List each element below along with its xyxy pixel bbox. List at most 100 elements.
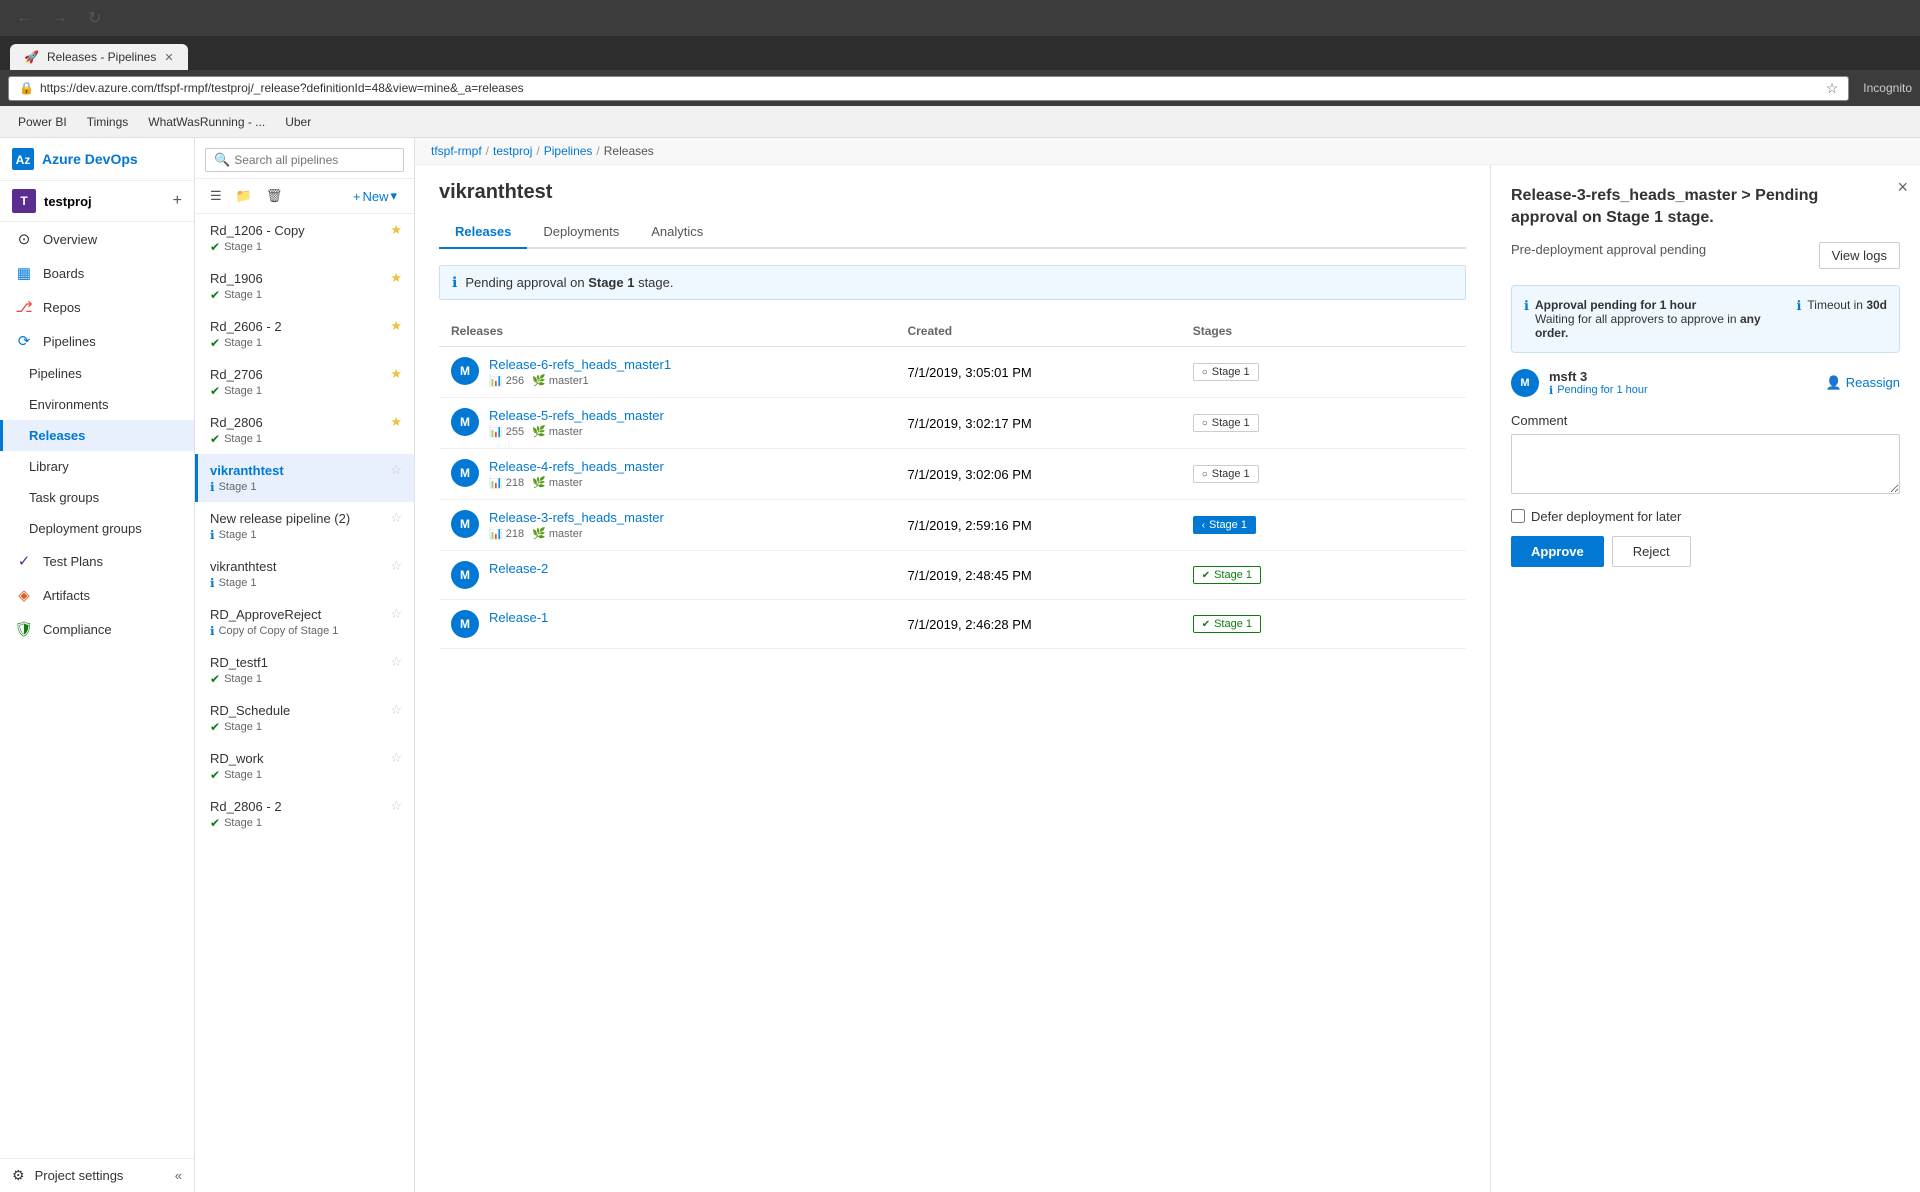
browser-tab[interactable]: 🚀 Releases - Pipelines ✕ <box>10 44 188 70</box>
new-pipeline-btn[interactable]: + New ▾ <box>346 185 404 207</box>
release-name-link[interactable]: Release-4-refs_heads_master <box>489 459 664 474</box>
list-item[interactable]: Rd_1206 - Copy ★ ✔ Stage 1 <box>195 214 414 262</box>
sidebar-item-overview[interactable]: ⊙ Overview <box>0 222 194 256</box>
tab-releases[interactable]: Releases <box>439 216 527 249</box>
release-name-link[interactable]: Release-2 <box>489 561 548 576</box>
list-item[interactable]: RD_testf1 ☆ ✔ Stage 1 <box>195 646 414 694</box>
search-icon: 🔍 <box>214 152 230 168</box>
star-icon[interactable]: ★ <box>390 414 402 430</box>
approval-pending-text: Approval pending for 1 hour <box>1535 298 1788 312</box>
breadcrumb-pipelines[interactable]: Pipelines <box>544 144 593 158</box>
sidebar-item-test-plans[interactable]: ✓ Test Plans <box>0 544 194 578</box>
star-icon[interactable]: ★ <box>390 318 402 334</box>
comment-textarea[interactable] <box>1511 434 1900 494</box>
list-item[interactable]: Rd_2606 - 2 ★ ✔ Stage 1 <box>195 310 414 358</box>
table-row: M Release-3-refs_heads_master 📊 218 🌿 ma… <box>439 500 1466 551</box>
sidebar-settings-item[interactable]: ⚙ Project settings « <box>0 1159 194 1192</box>
collapse-icon[interactable]: « <box>175 1168 182 1183</box>
nav-forward-btn[interactable]: → <box>46 7 74 29</box>
star-empty-icon[interactable]: ☆ <box>390 654 402 670</box>
sidebar-item-artifacts[interactable]: ◈ Artifacts <box>0 578 194 612</box>
tab-analytics[interactable]: Analytics <box>635 216 719 249</box>
star-empty-icon[interactable]: ☆ <box>390 702 402 718</box>
star-empty-icon[interactable]: ☆ <box>390 462 402 478</box>
release-name-link[interactable]: Release-1 <box>489 610 548 625</box>
folder-view-btn[interactable]: 📁 <box>231 185 257 207</box>
stage-badge[interactable]: ✔ Stage 1 <box>1193 615 1261 633</box>
star-icon[interactable]: ★ <box>390 270 402 286</box>
sidebar-project[interactable]: T testproj + <box>0 181 194 222</box>
stage-badge-icon: ○ <box>1202 418 1208 429</box>
list-item[interactable]: Rd_2806 - 2 ☆ ✔ Stage 1 <box>195 790 414 838</box>
tab-deployments[interactable]: Deployments <box>527 216 635 249</box>
breadcrumb-testproj[interactable]: testproj <box>493 144 532 158</box>
release-name-link[interactable]: Release-5-refs_heads_master <box>489 408 664 423</box>
pipeline-list: 🔍 ☰ 📁 🗑 + New ▾ Rd_1206 - Copy ★ ✔ <box>195 138 415 1192</box>
bookmark-whatwas[interactable]: WhatWasRunning - ... <box>140 113 273 131</box>
bookmark-power-bi[interactable]: Power BI <box>10 113 75 131</box>
release-name-link[interactable]: Release-3-refs_heads_master <box>489 510 664 525</box>
bookmark-timings[interactable]: Timings <box>79 113 137 131</box>
sidebar-item-releases[interactable]: Releases <box>0 420 194 451</box>
sidebar-item-environments[interactable]: Environments <box>0 389 194 420</box>
stage-status-icon: ℹ <box>210 576 215 590</box>
table-row: M Release-2 7/1/2019, 2:48:45 PM ✔ <box>439 551 1466 600</box>
reassign-label: Reassign <box>1846 375 1900 390</box>
release-avatar: M <box>451 459 479 487</box>
search-input[interactable] <box>234 153 395 167</box>
nav-back-btn[interactable]: ← <box>10 7 38 29</box>
stage-badge[interactable]: ‹ Stage 1 <box>1193 516 1256 534</box>
url-display[interactable]: https://dev.azure.com/tfspf-rmpf/testpro… <box>40 81 1820 95</box>
delete-btn[interactable]: 🗑 <box>261 185 288 207</box>
release-avatar: M <box>451 408 479 436</box>
star-empty-icon[interactable]: ☆ <box>390 558 402 574</box>
sidebar-item-repos[interactable]: ⎇ Repos <box>0 290 194 324</box>
star-empty-icon[interactable]: ☆ <box>390 798 402 814</box>
list-item[interactable]: RD_ApproveReject ☆ ℹ Copy of Copy of Sta… <box>195 598 414 646</box>
stage-badge[interactable]: ✔ Stage 1 <box>1193 566 1261 584</box>
release-name-link[interactable]: Release-6-refs_heads_master1 <box>489 357 671 372</box>
stage-badge[interactable]: ○ Stage 1 <box>1193 465 1259 483</box>
approve-btn[interactable]: Approve <box>1511 536 1604 567</box>
list-item[interactable]: RD_work ☆ ✔ Stage 1 <box>195 742 414 790</box>
defer-checkbox[interactable] <box>1511 509 1525 523</box>
svg-text:Az: Az <box>16 153 31 167</box>
new-chevron-icon: ▾ <box>390 188 397 204</box>
list-view-btn[interactable]: ☰ <box>205 185 227 207</box>
list-item[interactable]: RD_Schedule ☆ ✔ Stage 1 <box>195 694 414 742</box>
search-box[interactable]: 🔍 <box>205 148 404 172</box>
sidebar-item-library[interactable]: Library <box>0 451 194 482</box>
list-item[interactable]: New release pipeline (2) ☆ ℹ Stage 1 <box>195 502 414 550</box>
stage-badge-icon: ○ <box>1202 367 1208 378</box>
star-empty-icon[interactable]: ☆ <box>390 750 402 766</box>
list-item[interactable]: vikranthtest ☆ ℹ Stage 1 <box>195 454 414 502</box>
star-icon[interactable]: ★ <box>390 222 402 238</box>
list-item[interactable]: Rd_2806 ★ ✔ Stage 1 <box>195 406 414 454</box>
star-icon[interactable]: ★ <box>390 366 402 382</box>
list-item[interactable]: Rd_1906 ★ ✔ Stage 1 <box>195 262 414 310</box>
approval-close-btn[interactable]: × <box>1897 177 1908 198</box>
reject-btn[interactable]: Reject <box>1612 536 1691 567</box>
breadcrumb: tfspf-rmpf / testproj / Pipelines / Rele… <box>415 138 1920 165</box>
add-project-icon[interactable]: + <box>173 192 182 210</box>
star-empty-icon[interactable]: ☆ <box>390 606 402 622</box>
list-item[interactable]: Rd_2706 ★ ✔ Stage 1 <box>195 358 414 406</box>
approval-info-icon: ℹ <box>1524 298 1529 314</box>
tab-close-icon[interactable]: ✕ <box>164 51 173 64</box>
reassign-btn[interactable]: 👤 Reassign <box>1826 375 1900 391</box>
stage-badge[interactable]: ○ Stage 1 <box>1193 414 1259 432</box>
sidebar-item-deployment-groups[interactable]: Deployment groups <box>0 513 194 544</box>
star-empty-icon[interactable]: ☆ <box>390 510 402 526</box>
stage-badge[interactable]: ○ Stage 1 <box>1193 363 1259 381</box>
sidebar-item-task-groups[interactable]: Task groups <box>0 482 194 513</box>
sidebar-item-compliance[interactable]: 🛡 Compliance <box>0 612 194 646</box>
bookmark-uber[interactable]: Uber <box>277 113 319 131</box>
sidebar-item-pipelines-sub[interactable]: Pipelines <box>0 358 194 389</box>
list-item[interactable]: vikranthtest ☆ ℹ Stage 1 <box>195 550 414 598</box>
nav-refresh-btn[interactable]: ↻ <box>82 6 107 30</box>
sidebar-item-pipelines[interactable]: ⟳ Pipelines <box>0 324 194 358</box>
view-logs-btn[interactable]: View logs <box>1819 242 1900 269</box>
sidebar-item-boards[interactable]: ▦ Boards <box>0 256 194 290</box>
bookmark-icon[interactable]: ☆ <box>1826 80 1839 97</box>
breadcrumb-tfspf[interactable]: tfspf-rmpf <box>431 144 482 158</box>
